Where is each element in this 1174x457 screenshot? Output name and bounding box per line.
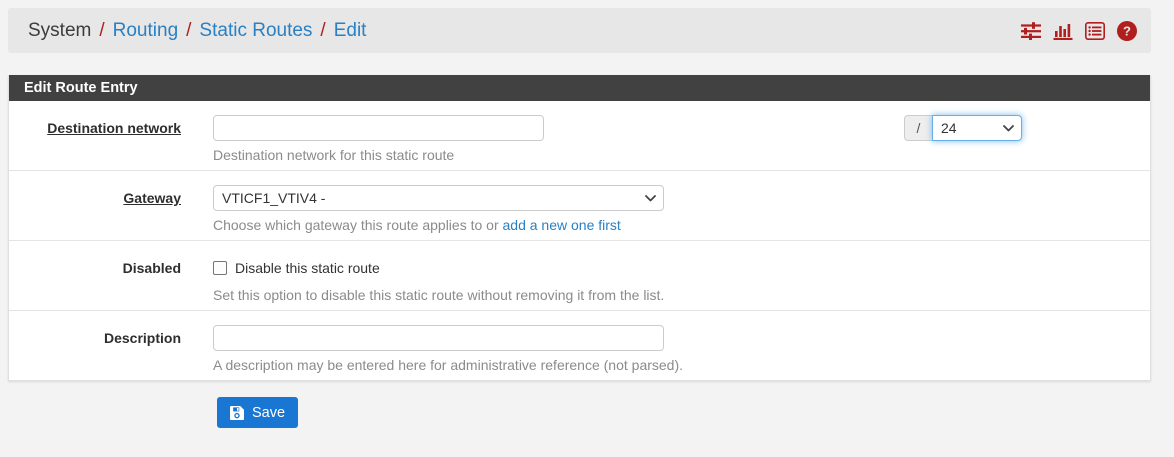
gateway-label: Gateway — [9, 185, 213, 233]
add-gateway-link[interactable]: add a new one first — [503, 217, 621, 233]
breadcrumb-link-routing[interactable]: Routing — [113, 20, 179, 42]
destination-network-label: Destination network — [9, 115, 213, 163]
save-button-label: Save — [252, 405, 285, 421]
disabled-help: Set this option to disable this static r… — [213, 287, 1150, 303]
bar-chart-icon[interactable] — [1053, 22, 1073, 40]
save-button[interactable]: Save — [217, 397, 298, 428]
subnet-mask-value: 24 — [941, 120, 957, 136]
edit-route-entry-panel: Edit Route Entry Destination network / 2… — [8, 75, 1151, 381]
save-icon — [230, 406, 244, 420]
destination-network-input[interactable] — [213, 115, 544, 141]
disable-route-checkbox[interactable] — [213, 261, 227, 275]
description-help: A description may be entered here for ad… — [213, 357, 1150, 373]
mask-separator-addon: / — [904, 115, 932, 141]
field-row-description: Description A description may be entered… — [9, 310, 1150, 380]
quick-link-icons: ? — [1021, 21, 1137, 41]
list-alt-icon[interactable] — [1085, 22, 1105, 40]
chevron-down-icon — [1003, 125, 1014, 132]
gateway-help-text: Choose which gateway this route applies … — [213, 217, 503, 233]
svg-text:?: ? — [1123, 23, 1131, 38]
sliders-icon[interactable] — [1021, 22, 1041, 40]
gateway-select[interactable]: VTICF1_VTIV4 - — [213, 185, 664, 211]
breadcrumb: System / Routing / Static Routes / Edit — [28, 20, 366, 42]
gateway-help: Choose which gateway this route applies … — [213, 217, 1150, 233]
breadcrumb-system: System — [28, 20, 91, 42]
breadcrumb-bar: System / Routing / Static Routes / Edit — [8, 8, 1151, 53]
help-icon[interactable]: ? — [1117, 21, 1137, 41]
subnet-mask-select[interactable]: 24 — [932, 115, 1022, 141]
field-row-destination: Destination network / 24 Destination net… — [9, 101, 1150, 170]
disabled-label: Disabled — [9, 255, 213, 303]
breadcrumb-separator: / — [312, 20, 333, 42]
disable-route-checkbox-label: Disable this static route — [235, 255, 380, 281]
breadcrumb-link-static-routes[interactable]: Static Routes — [199, 20, 312, 42]
panel-title: Edit Route Entry — [9, 75, 1150, 101]
chevron-down-icon — [645, 195, 656, 202]
destination-network-help: Destination network for this static rout… — [213, 147, 1150, 163]
breadcrumb-separator: / — [178, 20, 199, 42]
gateway-selected-value: VTICF1_VTIV4 - — [222, 190, 325, 206]
breadcrumb-separator: / — [91, 20, 112, 42]
field-row-disabled: Disabled Disable this static route Set t… — [9, 240, 1150, 310]
field-row-gateway: Gateway VTICF1_VTIV4 - Choose which gate… — [9, 170, 1150, 240]
description-label: Description — [9, 325, 213, 373]
breadcrumb-link-edit[interactable]: Edit — [334, 20, 367, 42]
description-input[interactable] — [213, 325, 664, 351]
subnet-mask-group: / 24 — [904, 115, 1022, 141]
